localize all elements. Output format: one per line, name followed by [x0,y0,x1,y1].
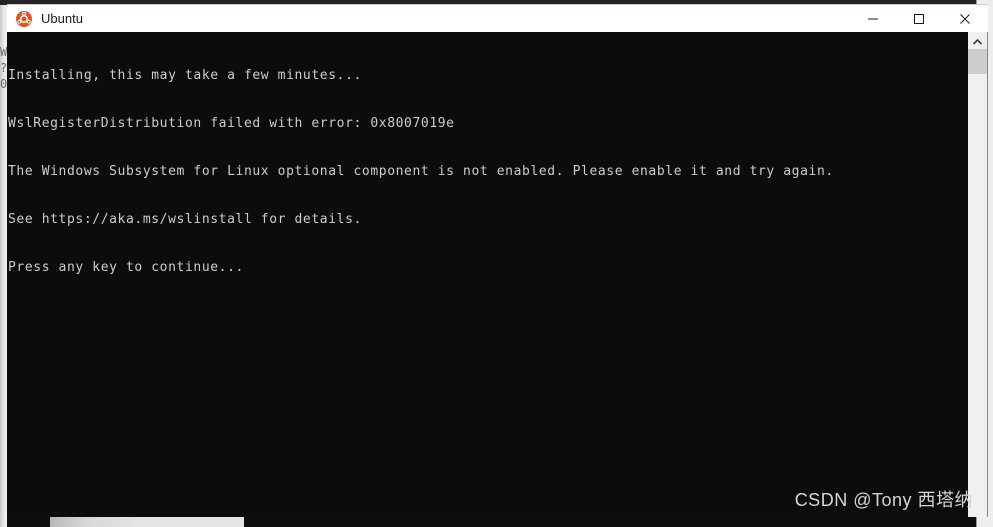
minimize-icon [867,13,879,25]
scrollbar-track[interactable] [968,74,987,517]
background-window-ghost-text: W ? 0 [0,45,7,91]
ubuntu-logo-icon [16,10,32,27]
scrollbar-thumb[interactable] [968,49,987,74]
console-line: Press any key to continue... [8,260,244,275]
scroll-up-button[interactable] [968,32,987,49]
minimize-button[interactable] [850,5,896,32]
console-line: WslRegisterDistribution failed with erro… [8,116,455,131]
vertical-scrollbar[interactable] [968,32,988,517]
close-icon [959,13,971,25]
taskbar-item-1[interactable] [50,517,134,527]
window-title: Ubuntu [41,11,83,26]
chevron-up-icon [972,32,983,50]
desktop-background: W ? 0 Ubuntu Installing, this may take a… [0,0,993,527]
console-body[interactable]: Installing, this may take a few minutes.… [7,32,988,517]
console-line: See https://aka.ms/wslinstall for detail… [8,212,362,227]
window-titlebar[interactable]: Ubuntu [7,4,988,32]
titlebar-identity: Ubuntu [7,5,850,32]
maximize-icon [913,13,925,25]
watermark-text: CSDN @Tony 西塔纳 [794,490,973,510]
console-output[interactable]: Installing, this may take a few minutes.… [7,32,968,517]
maximize-button[interactable] [896,5,942,32]
ubuntu-console-window: Ubuntu Installing, this may take a few m… [7,0,988,517]
taskbar-item-2[interactable] [134,517,244,527]
close-button[interactable] [942,5,988,32]
console-line: The Windows Subsystem for Linux optional… [8,164,834,179]
console-line: Installing, this may take a few minutes.… [8,68,362,83]
